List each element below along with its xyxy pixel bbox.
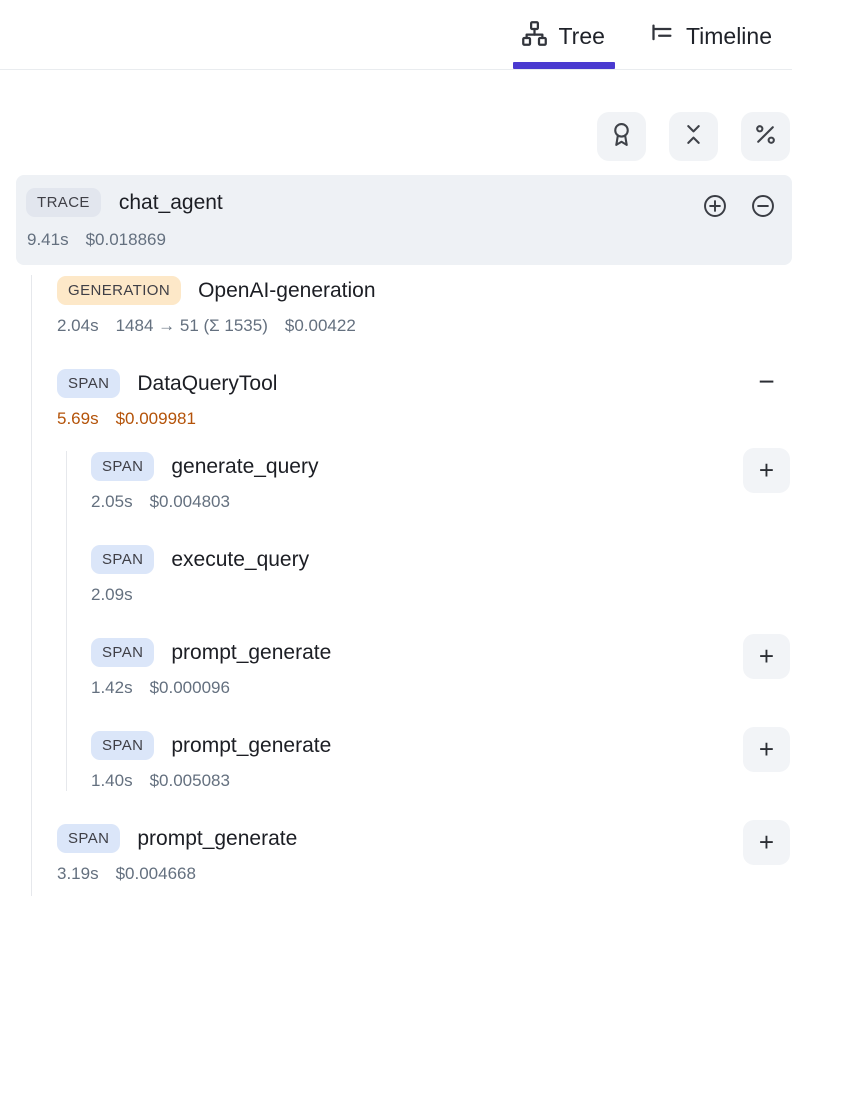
node-prompt-generate-1[interactable]: SPAN prompt_generate + 1.42s $0.000096 bbox=[91, 634, 792, 698]
duration-value: 2.09s bbox=[91, 585, 133, 604]
node-execute-query[interactable]: SPAN execute_query 2.09s bbox=[91, 545, 792, 605]
node-title: prompt_generate bbox=[171, 640, 332, 664]
trace-panel: Tree Timeline TRACE chat_agent 9.41s $0.… bbox=[0, 0, 792, 896]
node-metrics: 2.05s $0.004803 bbox=[91, 492, 792, 512]
node-dataquerytool[interactable]: SPAN DataQueryTool − 5.69s $0.009981 SPA… bbox=[57, 366, 792, 791]
node-title: execute_query bbox=[171, 547, 310, 571]
generation-type-badge: GENERATION bbox=[57, 276, 182, 305]
chevrons-collapse-icon bbox=[681, 122, 706, 152]
minus-icon: − bbox=[758, 365, 775, 397]
duration-value: 9.41s bbox=[27, 230, 69, 249]
plus-icon: + bbox=[758, 827, 775, 857]
cost-value: $0.004668 bbox=[115, 864, 196, 883]
node-metrics: 1.42s $0.000096 bbox=[91, 678, 792, 698]
duration-value: 2.04s bbox=[57, 316, 99, 335]
node-metrics: 2.04s 1484 → 51 (Σ 1535) $0.00422 bbox=[57, 316, 792, 336]
plus-icon: + bbox=[758, 641, 775, 671]
collapse-all-button[interactable] bbox=[669, 112, 718, 161]
dataquerytool-children: SPAN generate_query + 2.05s $0.004803 SP… bbox=[66, 448, 792, 791]
duration-value: 3.19s bbox=[57, 864, 99, 883]
node-generate-query[interactable]: SPAN generate_query + 2.05s $0.004803 bbox=[91, 448, 792, 512]
node-title: prompt_generate bbox=[137, 826, 298, 850]
node-metrics: 3.19s $0.004668 bbox=[57, 864, 792, 884]
node-metrics: 5.69s $0.009981 bbox=[57, 409, 792, 429]
span-type-badge: SPAN bbox=[91, 545, 155, 574]
duration-value: 2.05s bbox=[91, 492, 133, 511]
plus-icon: + bbox=[758, 734, 775, 764]
span-type-badge: SPAN bbox=[91, 638, 155, 667]
tab-timeline[interactable]: Timeline bbox=[645, 12, 776, 69]
cost-value: $0.00422 bbox=[284, 316, 356, 335]
expand-node-button[interactable]: + bbox=[743, 820, 790, 865]
expand-node-button[interactable]: + bbox=[743, 634, 790, 679]
percent-icon bbox=[753, 122, 778, 152]
trace-title: chat_agent bbox=[118, 190, 223, 214]
node-prompt-generate-3[interactable]: SPAN prompt_generate + 3.19s $0.004668 bbox=[57, 820, 792, 884]
trace-root-row[interactable]: TRACE chat_agent 9.41s $0.018869 bbox=[16, 175, 792, 265]
span-type-badge: SPAN bbox=[91, 452, 155, 481]
span-type-badge: SPAN bbox=[91, 731, 155, 760]
node-prompt-generate-2[interactable]: SPAN prompt_generate + 1.40s $0.005083 bbox=[91, 727, 792, 791]
duration-value: 1.40s bbox=[91, 771, 133, 790]
node-metrics: 2.09s bbox=[91, 585, 792, 605]
expand-node-button[interactable]: + bbox=[743, 448, 790, 493]
trace-type-badge: TRACE bbox=[26, 188, 101, 217]
node-openai-generation[interactable]: GENERATION OpenAI-generation 2.04s 1484 … bbox=[57, 276, 792, 336]
cost-value: $0.004803 bbox=[149, 492, 230, 511]
trace-metrics: 9.41s $0.018869 bbox=[27, 230, 778, 250]
tab-timeline-label: Timeline bbox=[685, 23, 772, 49]
tree-toolbar bbox=[0, 112, 792, 161]
span-type-badge: SPAN bbox=[57, 369, 121, 398]
plus-icon: + bbox=[758, 455, 775, 485]
token-usage-value: 1484 → 51 (Σ 1535) bbox=[115, 316, 268, 335]
percent-button[interactable] bbox=[741, 112, 790, 161]
tab-tree-label: Tree bbox=[558, 23, 605, 49]
node-metrics: 1.40s $0.005083 bbox=[91, 771, 792, 791]
award-button[interactable] bbox=[597, 112, 646, 161]
span-type-badge: SPAN bbox=[57, 824, 121, 853]
award-icon bbox=[609, 122, 634, 152]
cost-value: $0.018869 bbox=[85, 230, 166, 249]
node-title: DataQueryTool bbox=[137, 371, 278, 395]
expand-node-button[interactable]: + bbox=[743, 727, 790, 772]
node-title: prompt_generate bbox=[171, 733, 332, 757]
timeline-icon bbox=[649, 20, 676, 53]
view-tabs: Tree Timeline bbox=[0, 0, 792, 70]
collapse-node-button[interactable]: − bbox=[743, 359, 790, 404]
cost-value: $0.000096 bbox=[149, 678, 230, 697]
cost-value: $0.009981 bbox=[115, 409, 196, 428]
network-icon bbox=[521, 20, 548, 53]
duration-value: 1.42s bbox=[91, 678, 133, 697]
trace-tree: TRACE chat_agent 9.41s $0.018869 GENERAT… bbox=[0, 175, 792, 896]
node-title: generate_query bbox=[171, 454, 319, 478]
tab-tree[interactable]: Tree bbox=[513, 12, 616, 69]
node-title: OpenAI-generation bbox=[198, 278, 376, 302]
minus-circle-icon[interactable] bbox=[750, 193, 776, 224]
trace-children: GENERATION OpenAI-generation 2.04s 1484 … bbox=[31, 275, 792, 896]
plus-circle-icon[interactable] bbox=[702, 193, 728, 224]
cost-value: $0.005083 bbox=[149, 771, 230, 790]
duration-value: 5.69s bbox=[57, 409, 99, 428]
